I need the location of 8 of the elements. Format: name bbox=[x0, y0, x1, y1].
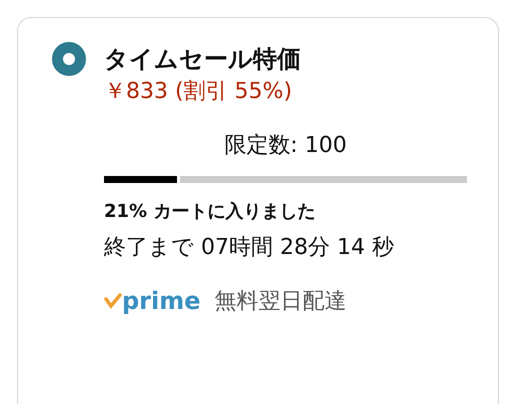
delivery-text: 無料翌日配達 bbox=[214, 288, 347, 316]
claimed-text: 21% カートに入りました bbox=[104, 200, 316, 224]
deal-price: ￥833 (割引 55%) bbox=[104, 78, 294, 106]
radio-button[interactable] bbox=[52, 42, 86, 76]
prime-logo: prime bbox=[104, 287, 201, 315]
deal-title: タイムセール特価 bbox=[104, 44, 302, 75]
countdown-text: 終了まで 07時間 28分 14 秒 bbox=[104, 234, 395, 262]
limit-count: 限定数: 100 bbox=[223, 132, 348, 160]
